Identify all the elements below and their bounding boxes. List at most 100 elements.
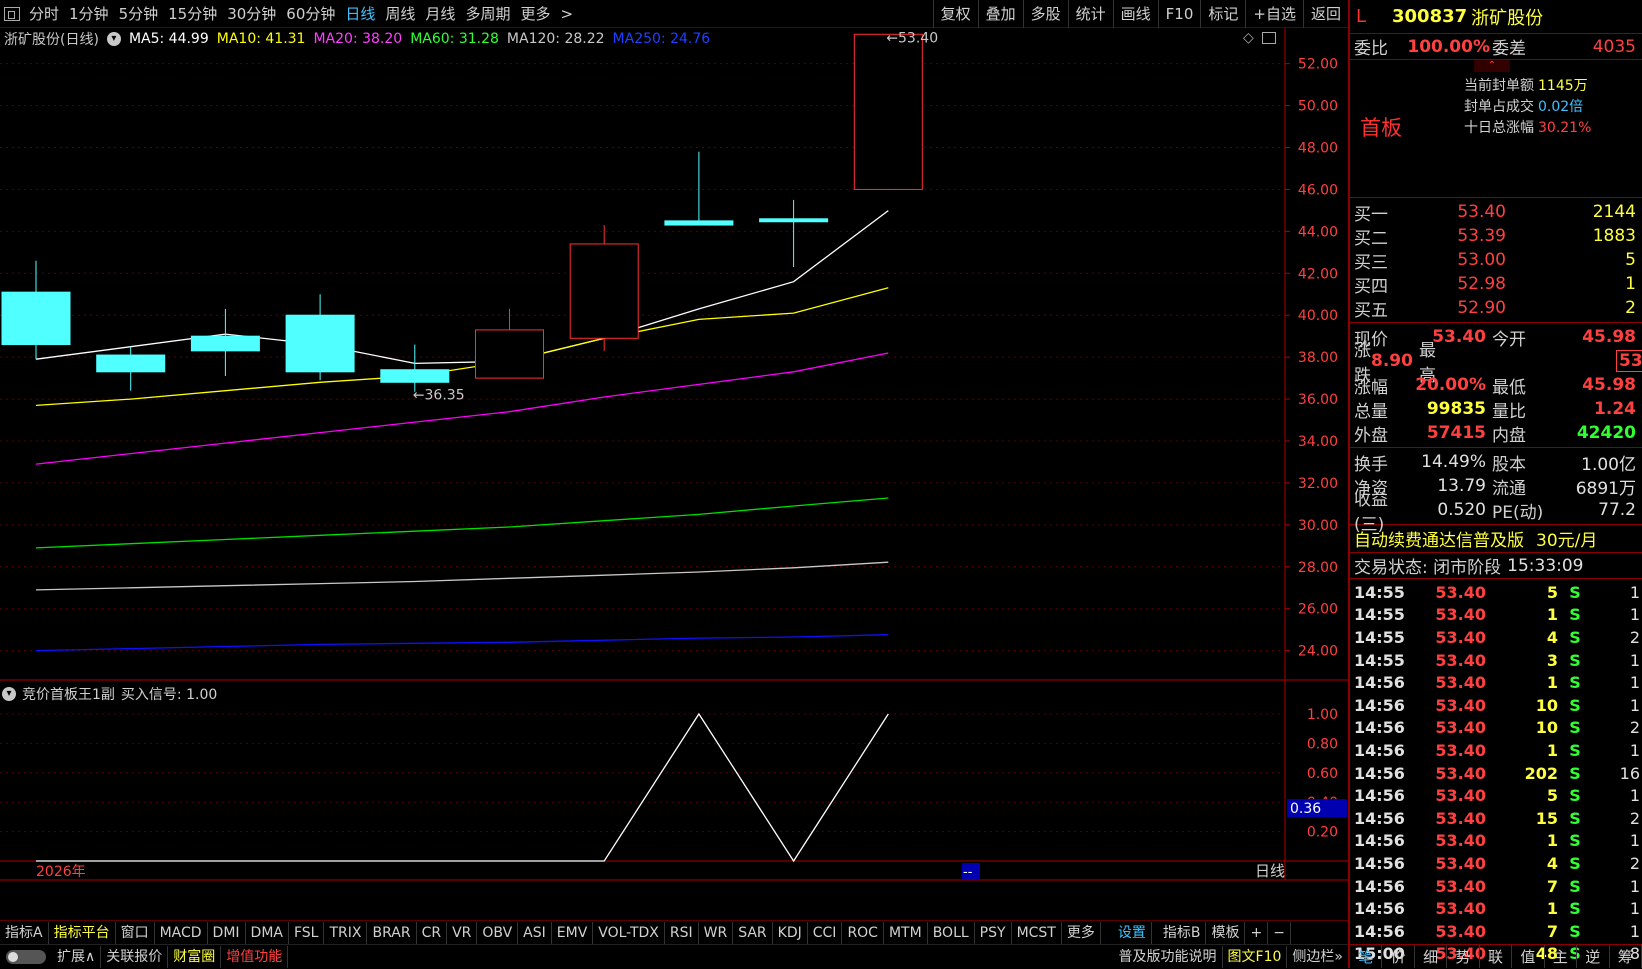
seal-info-label: 十日总涨幅 (1464, 120, 1534, 136)
bid-row[interactable]: 买一 53.40 2144 (1350, 200, 1642, 225)
bid-row[interactable]: 买四 52.98 1 (1350, 272, 1642, 297)
toggle-switch[interactable] (6, 949, 46, 964)
bid-row[interactable]: 买五 52.90 2 (1350, 296, 1642, 321)
window-menu-icon[interactable] (4, 6, 20, 21)
tool-button[interactable]: 叠加 (977, 0, 1023, 28)
kline-svg[interactable]: 24.00 26.00 28.00 30.00 32.00 34.00 36.00 38.00… (0, 28, 1348, 908)
quote-value: 14.49% (1421, 452, 1486, 472)
period-tab[interactable]: 更多 (515, 3, 555, 24)
indicator-tab[interactable]: MCST (1012, 921, 1062, 944)
indicator-tab[interactable]: ROC (842, 921, 884, 944)
indicator-tab[interactable]: BRAR (367, 921, 417, 944)
bid-price: 53.40 (1457, 202, 1506, 222)
indicator-tab[interactable]: FSL (289, 921, 325, 944)
kline-chart-area[interactable]: 24.00 26.00 28.00 30.00 32.00 34.00 36.00 38.00… (0, 28, 1348, 908)
tool-button[interactable]: 多股 (1022, 0, 1068, 28)
indicator-tab[interactable]: DMI (208, 921, 246, 944)
tick-volume: 10 (1535, 695, 1558, 715)
period-tab[interactable]: 周线 (380, 3, 420, 24)
right-tab[interactable]: 主 (1545, 945, 1578, 968)
bid-row[interactable]: 买二 53.39 1883 (1350, 224, 1642, 249)
period-tab[interactable]: 日线 (340, 3, 380, 24)
promo-banner[interactable]: 自动续费通达信普及版 30元/月 (1350, 525, 1642, 553)
tick-price: 53.40 (1435, 853, 1486, 873)
right-tab[interactable]: 值 (1512, 945, 1545, 968)
indicator-tab[interactable]: DMA (246, 921, 289, 944)
indicator-tab[interactable]: 指标平台 (49, 921, 116, 944)
tick-row: 14:56 53.40 10 S 1 (1350, 694, 1642, 717)
tick-side: S (1569, 831, 1581, 851)
indicator-tab[interactable]: ASI (518, 921, 552, 944)
indicator-tab[interactable]: 窗口 (116, 921, 155, 944)
tool-button[interactable]: 画线 (1112, 0, 1158, 28)
indicator-tab[interactable]: SAR (733, 921, 773, 944)
status-expand[interactable]: 扩展∧ (52, 945, 102, 968)
status-wealth-circle[interactable]: 财富圈 (168, 945, 222, 968)
indicator-tab[interactable]: CR (417, 921, 448, 944)
period-tab[interactable]: 1分钟 (64, 3, 114, 24)
quote-label: PE(动) (1492, 502, 1544, 523)
indicator-tab[interactable]: CCI (808, 921, 843, 944)
seal-info-value: 0.02倍 (1538, 99, 1584, 115)
indicator-tab[interactable]: MACD (155, 921, 208, 944)
candle-body (664, 220, 734, 226)
indicator-tab[interactable]: TRIX (324, 921, 368, 944)
status-f10[interactable]: 图文F10 (1223, 945, 1288, 968)
period-tab[interactable]: 30分钟 (222, 3, 281, 24)
right-tab[interactable]: 笔 (1350, 945, 1383, 968)
tool-button[interactable]: F10 (1157, 0, 1201, 28)
indicator-tab[interactable]: PSY (975, 921, 1012, 944)
bid-row[interactable]: 买三 53.00 5 (1350, 248, 1642, 273)
indicator-tab[interactable]: BOLL (928, 921, 975, 944)
status-help[interactable]: 普及版功能说明 (1114, 945, 1223, 968)
board-label: 首板 (1360, 116, 1402, 140)
period-tab[interactable]: 多周期 (460, 3, 515, 24)
right-tab[interactable]: 价 (1382, 945, 1415, 968)
indicator-tab[interactable]: KDJ (773, 921, 808, 944)
tick-list[interactable]: 14:55 53.40 5 S 1 14:55 53.40 1 S 1 14:55 53.40 4 S 2 1… (1350, 579, 1642, 965)
indicator-tab[interactable]: + (1245, 921, 1269, 944)
dropdown-icon[interactable]: ▾ (2, 687, 16, 701)
collapse-icon[interactable]: ⌃ (1474, 60, 1510, 72)
tool-button[interactable]: 统计 (1067, 0, 1113, 28)
dropdown-icon[interactable]: ▾ (106, 32, 121, 46)
right-tab[interactable]: 筹 (1610, 945, 1642, 968)
period-tab[interactable]: 分时 (24, 3, 64, 24)
tick-price: 53.40 (1435, 650, 1486, 670)
tool-button[interactable]: 复权 (932, 0, 978, 28)
period-tab[interactable]: 15分钟 (163, 3, 222, 24)
tool-button[interactable]: 标记 (1200, 0, 1245, 28)
indicator-tab[interactable]: MTM (884, 921, 928, 944)
indicator-tab[interactable]: 更多 (1062, 921, 1101, 944)
panel-toggle-icon[interactable] (1262, 32, 1276, 44)
indicator-tab[interactable]: 模板 (1206, 921, 1246, 944)
tool-button[interactable]: 返回 (1302, 0, 1348, 28)
more-arrow-icon[interactable]: > (555, 5, 578, 23)
status-sidebar[interactable]: 侧边栏» (1287, 946, 1348, 968)
diamond-icon[interactable]: ◇ (1243, 30, 1254, 46)
stock-name: 浙矿股份 (1471, 7, 1544, 29)
right-tab[interactable]: 细 (1415, 945, 1448, 968)
indicator-tab[interactable]: WR (699, 921, 734, 944)
indicator-tab[interactable]: VOL-TDX (593, 921, 665, 944)
indicator-tab[interactable]: − (1268, 921, 1291, 944)
right-tab[interactable]: 势 (1447, 945, 1480, 968)
indicator-tab[interactable]: OBV (477, 921, 519, 944)
y-tick-label: 38.00 (1298, 350, 1338, 366)
indicator-tab[interactable]: EMV (552, 921, 594, 944)
indicator-tab[interactable]: VR (447, 921, 478, 944)
indicator-tab[interactable]: 设置 (1113, 921, 1152, 944)
status-value-added[interactable]: 增值功能 (221, 945, 289, 968)
indicator-tab[interactable]: 指标A (0, 921, 49, 944)
tick-price: 53.40 (1435, 831, 1486, 851)
right-tab[interactable]: 逆 (1577, 945, 1610, 968)
status-related-quote[interactable]: 关联报价 (101, 945, 169, 968)
period-tab[interactable]: 月线 (420, 3, 460, 24)
indicator-tab[interactable]: RSI (665, 921, 699, 944)
indicator-tab[interactable]: 指标B (1158, 921, 1207, 944)
period-tab[interactable]: 5分钟 (114, 3, 164, 24)
tick-volume: 7 (1546, 876, 1558, 896)
tool-button[interactable]: +自选 (1245, 0, 1303, 28)
right-tab[interactable]: 联 (1480, 945, 1513, 968)
period-tab[interactable]: 60分钟 (281, 3, 340, 24)
